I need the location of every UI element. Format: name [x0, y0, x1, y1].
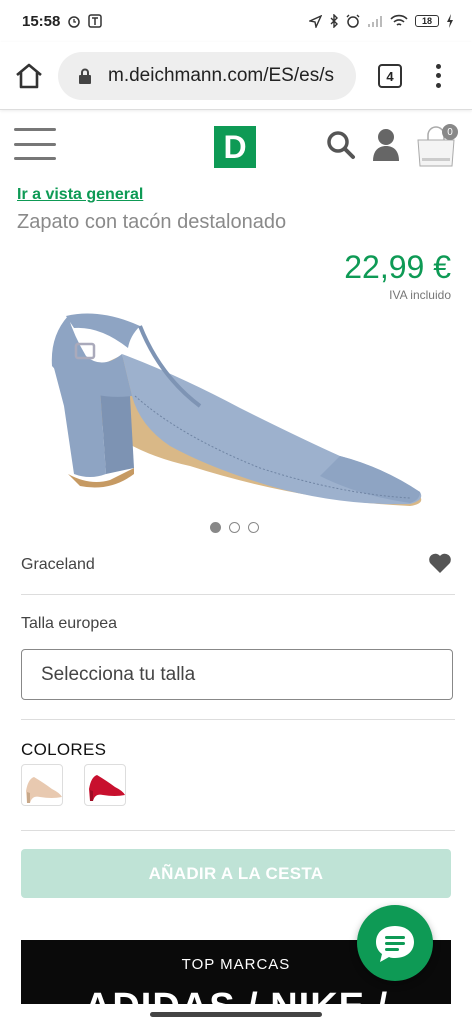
- product-price: 22,99 €: [344, 249, 451, 285]
- product-brand: Graceland: [21, 556, 95, 573]
- notification-icon: [88, 14, 103, 28]
- lock-icon: [79, 68, 91, 84]
- color-swatch-red[interactable]: [84, 764, 126, 806]
- status-time: 15:58: [22, 12, 61, 30]
- chat-bubble-icon: [376, 926, 414, 962]
- menu-line: [14, 128, 56, 131]
- menu-dot: [435, 73, 441, 79]
- system-navigation-bar: [0, 1004, 472, 1024]
- alarm-icon: [68, 16, 81, 28]
- wifi-icon: [390, 14, 408, 26]
- product-image[interactable]: [40, 296, 430, 516]
- status-left: 15:58: [22, 12, 103, 30]
- menu-dot: [435, 82, 441, 88]
- colors-label: COLORES: [21, 740, 107, 759]
- address-bar[interactable]: m.deichmann.com/ES/es/s: [58, 52, 356, 100]
- carousel-dot[interactable]: [248, 522, 259, 533]
- divider: [21, 830, 455, 831]
- carousel-dot-active[interactable]: [210, 522, 221, 533]
- account-icon[interactable]: [372, 128, 400, 162]
- heart-icon[interactable]: [428, 552, 452, 574]
- size-select[interactable]: Selecciona tu talla: [21, 649, 453, 700]
- nude-shoe-thumbnail: [26, 777, 62, 803]
- location-icon: [309, 14, 322, 28]
- cart-count-badge: 0: [442, 124, 458, 140]
- charging-icon: [447, 14, 453, 28]
- chat-button[interactable]: [357, 905, 433, 981]
- tab-switcher-button[interactable]: 4: [378, 64, 402, 88]
- image-carousel-dots: [210, 522, 259, 533]
- menu-line: [14, 142, 56, 146]
- menu-line: [14, 157, 56, 160]
- divider: [21, 594, 455, 595]
- page: 15:58 18 m.deichmann.com/ES/es/s 4 D 0 I…: [0, 0, 472, 1024]
- battery-indicator: 18: [415, 15, 439, 27]
- browser-menu-button[interactable]: [432, 62, 444, 90]
- hamburger-menu-button[interactable]: [14, 128, 56, 160]
- menu-dot: [435, 64, 441, 70]
- size-label: Talla europea: [21, 615, 118, 632]
- status-right: 18: [309, 14, 454, 28]
- cart-button[interactable]: 0: [414, 124, 458, 168]
- search-icon[interactable]: [326, 130, 356, 160]
- product-title: Zapato con tacón destalonado: [17, 211, 287, 233]
- red-shoe-thumbnail: [89, 775, 125, 801]
- divider: [21, 719, 455, 720]
- overview-link[interactable]: Ir a vista general: [17, 186, 143, 204]
- deichmann-logo[interactable]: D: [214, 126, 256, 168]
- bluetooth-icon: [330, 14, 338, 28]
- signal-icon: [368, 16, 382, 27]
- alarm-clock-icon: [346, 14, 360, 28]
- status-bar: 15:58 18: [0, 0, 472, 42]
- browser-toolbar: m.deichmann.com/ES/es/s 4: [0, 42, 472, 110]
- add-to-cart-button[interactable]: AÑADIR A LA CESTA: [21, 849, 451, 898]
- gesture-handle[interactable]: [150, 1012, 322, 1017]
- color-swatch-nude[interactable]: [21, 764, 63, 806]
- home-button[interactable]: [14, 62, 44, 90]
- url-text: m.deichmann.com/ES/es/s: [108, 65, 334, 86]
- carousel-dot[interactable]: [229, 522, 240, 533]
- site-header: D 0: [0, 112, 472, 180]
